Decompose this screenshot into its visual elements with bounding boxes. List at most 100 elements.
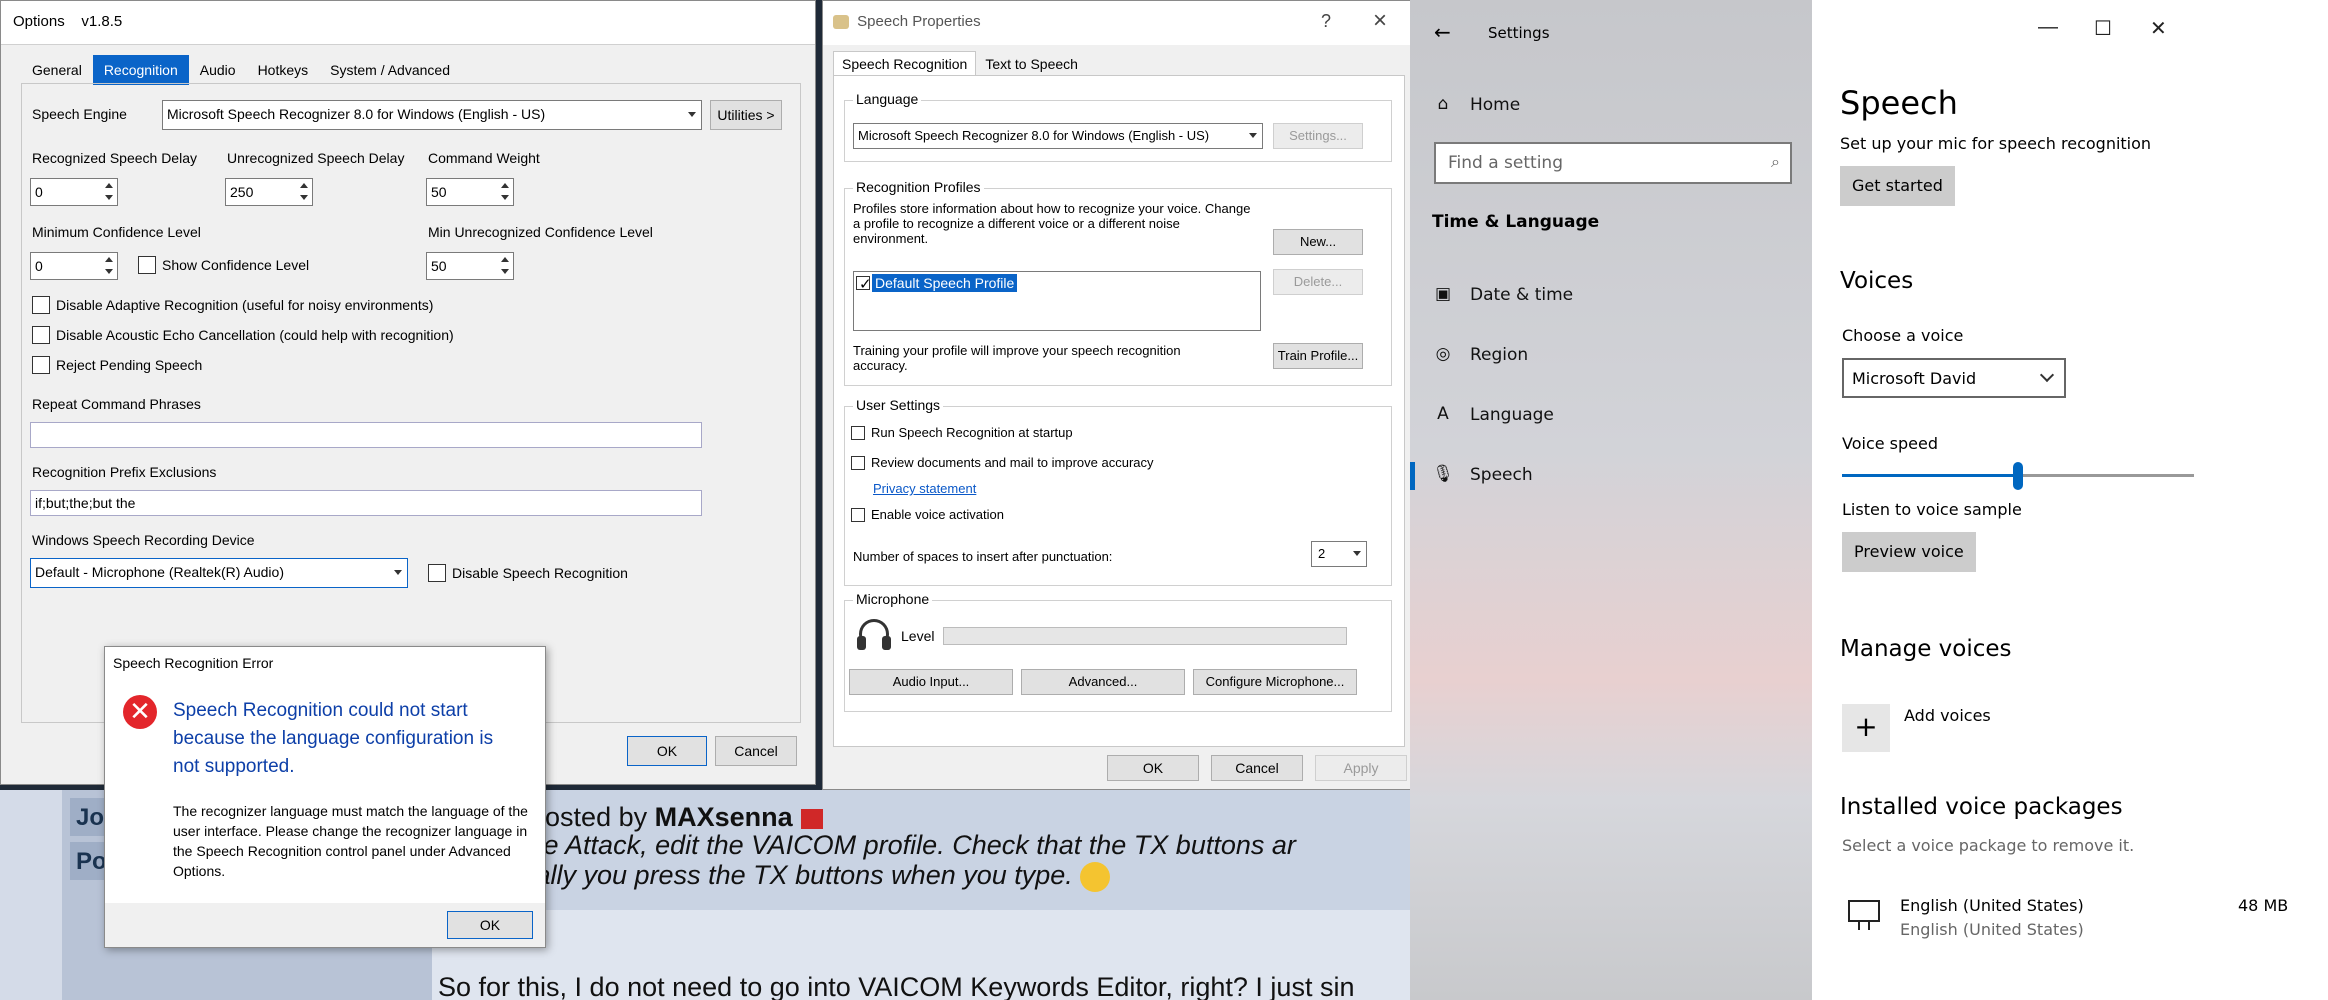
audio-input-button[interactable]: Audio Input... bbox=[849, 669, 1013, 695]
settings-nav-pane: ← Settings ⌂ Home Find a setting ⌕ Time & … bbox=[1410, 0, 1812, 1000]
minimize-icon[interactable]: — bbox=[2038, 16, 2058, 39]
spin-down-icon[interactable] bbox=[103, 266, 115, 278]
checkbox-box[interactable] bbox=[851, 425, 865, 440]
tab-audio[interactable]: Audio bbox=[189, 55, 247, 85]
reject-pending-checkbox[interactable]: Reject Pending Speech bbox=[32, 356, 202, 374]
checkbox-box[interactable] bbox=[138, 256, 156, 274]
globe-icon: ◎ bbox=[1435, 344, 1451, 364]
speech-cancel-button[interactable]: Cancel bbox=[1211, 755, 1303, 781]
language-select[interactable]: Microsoft Speech Recognizer 8.0 for Wind… bbox=[853, 123, 1263, 149]
voice-select[interactable]: Microsoft David bbox=[1842, 358, 2066, 398]
repeat-phrases-input[interactable] bbox=[30, 422, 702, 448]
spin-up-icon[interactable] bbox=[103, 180, 115, 192]
new-profile-button[interactable]: New... bbox=[1273, 229, 1363, 255]
nav-language[interactable]: A Language bbox=[1432, 404, 1554, 426]
tab-speech-recognition[interactable]: Speech Recognition bbox=[833, 51, 977, 76]
tab-hotkeys[interactable]: Hotkeys bbox=[247, 55, 320, 85]
speech-engine-select[interactable]: Microsoft Speech Recognizer 8.0 for Wind… bbox=[162, 100, 702, 130]
privacy-statement-link[interactable]: Privacy statement bbox=[873, 481, 976, 496]
recording-device-value: Default - Microphone (Realtek(R) Audio) bbox=[35, 564, 284, 580]
user-settings-label: User Settings bbox=[853, 397, 944, 413]
advanced-button[interactable]: Advanced... bbox=[1021, 669, 1185, 695]
review-documents-checkbox[interactable]: Review documents and mail to improve acc… bbox=[851, 455, 1154, 470]
tab-system-advanced[interactable]: System / Advanced bbox=[319, 55, 461, 85]
speech-properties-title: Speech Properties bbox=[857, 13, 981, 30]
page-title: Speech bbox=[1840, 84, 1958, 122]
disable-speech-checkbox[interactable]: Disable Speech Recognition bbox=[428, 564, 628, 582]
spin-up-icon[interactable] bbox=[103, 254, 115, 266]
nav-region[interactable]: ◎ Region bbox=[1432, 344, 1529, 366]
nav-speech[interactable]: 🎙 Speech bbox=[1432, 464, 1532, 486]
unrecognized-delay-input[interactable]: 250 bbox=[225, 178, 313, 206]
maximize-icon[interactable]: ☐ bbox=[2094, 16, 2112, 41]
checkbox-box[interactable] bbox=[851, 455, 865, 470]
get-started-button[interactable]: Get started bbox=[1840, 166, 1955, 206]
checkbox-box[interactable] bbox=[32, 326, 50, 344]
options-ok-button[interactable]: OK bbox=[627, 736, 707, 766]
tab-recognition[interactable]: Recognition bbox=[92, 55, 189, 85]
view-post-icon[interactable] bbox=[800, 808, 823, 829]
nav-home[interactable]: ⌂ Home bbox=[1432, 94, 1521, 116]
language-settings-button[interactable]: Settings... bbox=[1273, 123, 1363, 149]
disable-adaptive-checkbox[interactable]: Disable Adaptive Recognition (useful for… bbox=[32, 296, 433, 314]
section-title: Time & Language bbox=[1432, 212, 1600, 232]
recording-device-select[interactable]: Default - Microphone (Realtek(R) Audio) bbox=[30, 558, 408, 588]
checkbox-box[interactable] bbox=[32, 356, 50, 374]
checkbox-box[interactable] bbox=[428, 564, 446, 582]
tab-text-to-speech[interactable]: Text to Speech bbox=[976, 51, 1087, 75]
utilities-button[interactable]: Utilities > bbox=[710, 100, 782, 130]
add-icon[interactable]: + bbox=[1842, 704, 1890, 752]
language-group: Language Microsoft Speech Recognizer 8.0… bbox=[844, 91, 1392, 162]
speech-recognition-error-dialog: Speech Recognition Error ✕ Speech Recogn… bbox=[104, 646, 546, 948]
train-profile-button[interactable]: Train Profile... bbox=[1273, 343, 1363, 369]
smiley-icon bbox=[1080, 861, 1111, 892]
preview-voice-button[interactable]: Preview voice bbox=[1842, 532, 1976, 572]
command-weight-input[interactable]: 50 bbox=[426, 178, 514, 206]
options-cancel-button[interactable]: Cancel bbox=[715, 736, 797, 766]
spaces-select[interactable]: 2 bbox=[1311, 541, 1367, 567]
spin-down-icon[interactable] bbox=[298, 192, 310, 204]
configure-microphone-button[interactable]: Configure Microphone... bbox=[1193, 669, 1357, 695]
spin-down-icon[interactable] bbox=[103, 192, 115, 204]
profile-item[interactable]: Default Speech Profile bbox=[856, 273, 1019, 293]
spin-up-icon[interactable] bbox=[298, 180, 310, 192]
spin-down-icon[interactable] bbox=[499, 192, 511, 204]
speech-engine-value: Microsoft Speech Recognizer 8.0 for Wind… bbox=[167, 106, 546, 122]
search-input[interactable]: Find a setting ⌕ bbox=[1434, 142, 1792, 184]
checkbox-box[interactable] bbox=[851, 507, 865, 522]
back-arrow-icon[interactable]: ← bbox=[1434, 20, 1451, 44]
search-placeholder: Find a setting bbox=[1448, 153, 1563, 173]
checkbox-box[interactable] bbox=[32, 296, 50, 314]
speech-ok-button[interactable]: OK bbox=[1107, 755, 1199, 781]
run-at-startup-checkbox[interactable]: Run Speech Recognition at startup bbox=[851, 425, 1073, 440]
show-confidence-checkbox[interactable]: Show Confidence Level bbox=[138, 256, 309, 274]
repeat-phrases-label: Repeat Command Phrases bbox=[32, 396, 201, 412]
min-unrecognized-input[interactable]: 50 bbox=[426, 252, 514, 280]
spin-up-icon[interactable] bbox=[499, 254, 511, 266]
voice-speed-slider[interactable] bbox=[1842, 462, 2194, 490]
spin-up-icon[interactable] bbox=[499, 180, 511, 192]
settings-app-title: Settings bbox=[1488, 24, 1550, 42]
profiles-list[interactable]: Default Speech Profile bbox=[853, 271, 1261, 331]
spin-down-icon[interactable] bbox=[499, 266, 511, 278]
window-close-icon[interactable]: ✕ bbox=[2150, 16, 2167, 41]
help-icon[interactable]: ? bbox=[1321, 11, 1331, 32]
nav-date-time[interactable]: ▣ Date & time bbox=[1432, 284, 1573, 306]
speech-apply-button[interactable]: Apply bbox=[1315, 755, 1407, 781]
close-icon[interactable]: × bbox=[1373, 7, 1387, 35]
prefix-exclusions-input[interactable]: if;but;the;but the bbox=[30, 490, 702, 516]
quote-author[interactable]: MAXsenna bbox=[655, 802, 793, 832]
voice-package-item[interactable]: English (United States) English (United … bbox=[1900, 896, 2320, 944]
tab-general[interactable]: General bbox=[21, 55, 93, 85]
speech-properties-titlebar: Speech Properties ? × bbox=[823, 1, 1413, 45]
recognized-delay-input[interactable]: 0 bbox=[30, 178, 118, 206]
level-label: Level bbox=[901, 628, 935, 644]
add-voices-label[interactable]: Add voices bbox=[1904, 706, 1991, 725]
voice-speed-thumb[interactable] bbox=[2013, 462, 2023, 490]
min-confidence-input[interactable]: 0 bbox=[30, 252, 118, 280]
profile-checkbox[interactable] bbox=[856, 275, 872, 293]
error-ok-button[interactable]: OK bbox=[447, 911, 533, 939]
voice-activation-checkbox[interactable]: Enable voice activation bbox=[851, 507, 1004, 522]
delete-profile-button[interactable]: Delete... bbox=[1273, 269, 1363, 295]
disable-echo-checkbox[interactable]: Disable Acoustic Echo Cancellation (coul… bbox=[32, 326, 454, 344]
